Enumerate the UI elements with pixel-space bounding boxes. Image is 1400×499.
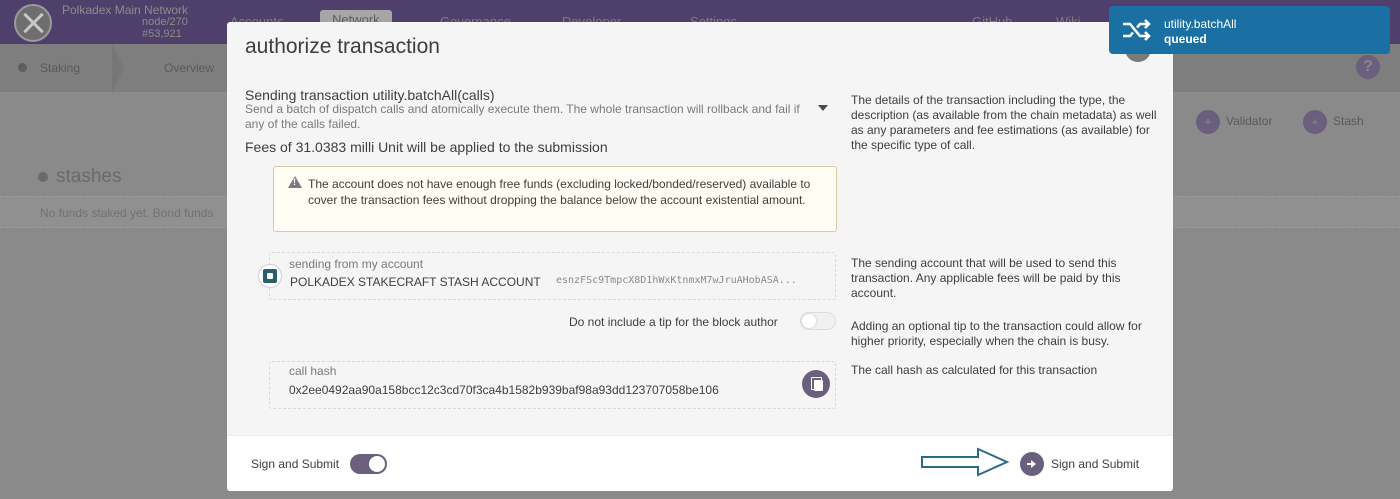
no-funds-text: No funds staked yet. Bond funds — [40, 206, 214, 220]
account-identicon-icon — [258, 264, 282, 288]
add-validator-label: Validator — [1226, 114, 1273, 129]
subnav-staking[interactable]: Staking — [40, 61, 80, 75]
plus-icon: + — [1196, 110, 1220, 134]
chain-name: Polkadex Main Network — [62, 3, 189, 17]
expand-details-icon[interactable] — [818, 105, 828, 111]
sign-in-icon — [1020, 452, 1044, 476]
stashes-heading: stashes — [38, 166, 121, 188]
copy-icon[interactable] — [802, 370, 830, 398]
sender-label: sending from my account — [289, 257, 424, 271]
authorize-transaction-modal: authorize transaction Sending transactio… — [227, 22, 1173, 491]
sender-account-field[interactable]: sending from my account POLKADEX STAKECR… — [269, 252, 836, 300]
toast-status: queued — [1164, 32, 1207, 46]
add-validator-button[interactable]: + Validator — [1196, 110, 1272, 134]
sign-submit-toggle-label: Sign and Submit — [251, 457, 340, 471]
call-hash-label: call hash — [289, 364, 337, 378]
sign-submit-toggle[interactable] — [350, 454, 387, 474]
tip-toggle-label: Do not include a tip for the block autho… — [569, 315, 778, 329]
hint-tip: Adding an optional tip to the transactio… — [851, 319, 1142, 348]
add-stash-label: Stash — [1333, 114, 1364, 129]
plus-icon: + — [1303, 110, 1327, 134]
subnav-overview[interactable]: Overview — [164, 61, 214, 75]
warning-icon — [288, 176, 302, 188]
warning-text: The account does not have enough free fu… — [308, 177, 811, 207]
tip-toggle[interactable] — [800, 312, 836, 330]
help-icon[interactable]: ? — [1356, 55, 1380, 79]
call-hash-value: 0x2ee0492aa90a158bcc12c3cd70f3ca4b1582b9… — [289, 383, 719, 397]
hint-details: The details of the transaction including… — [851, 93, 1157, 152]
transaction-description: Send a batch of dispatch calls and atomi… — [245, 102, 800, 131]
sign-and-submit-label: Sign and Submit — [1051, 457, 1140, 471]
fees-text: Fees of 31.0383 milli Unit will be appli… — [245, 139, 608, 155]
shuffle-icon — [1123, 19, 1151, 41]
sender-address: esnzFSc9TmpcX8D1hWxKtnmxM7wJruAHobASA... — [556, 275, 797, 286]
polkadex-logo-icon[interactable] — [14, 4, 52, 42]
staking-icon — [18, 63, 27, 72]
transaction-title: Sending transaction utility.batchAll(cal… — [245, 87, 495, 103]
insufficient-funds-warning: The account does not have enough free fu… — [273, 166, 837, 232]
add-stash-button[interactable]: + Stash — [1303, 110, 1364, 134]
node-version: node/270 — [142, 16, 188, 28]
hint-hash: The call hash as calculated for this tra… — [851, 363, 1098, 377]
modal-footer: Sign and Submit Sign and Submit — [227, 435, 1173, 491]
hint-sender: The sending account that will be used to… — [851, 256, 1121, 300]
block-number: #53,921 — [142, 28, 182, 40]
breadcrumb-separator — [112, 44, 124, 92]
arrow-right-icon — [921, 447, 1010, 477]
chain-selector[interactable]: Polkadex Main Network node/270 #53,921 — [62, 4, 188, 40]
call-hash-field: call hash 0x2ee0492aa90a158bcc12c3cd70f3… — [269, 361, 836, 409]
modal-title: authorize transaction — [245, 35, 440, 58]
toast-method: utility.batchAll — [1164, 17, 1237, 31]
sender-name: POLKADEX STAKECRAFT STASH ACCOUNT — [290, 275, 541, 289]
status-toast[interactable]: utility.batchAll queued — [1109, 6, 1390, 54]
